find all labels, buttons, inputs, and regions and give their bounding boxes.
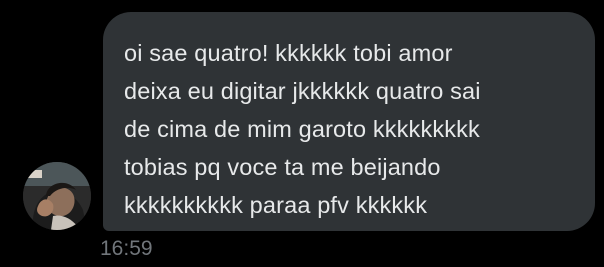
message-line: deixa eu digitar jkkkkkk quatro sai	[124, 78, 481, 104]
message-bubble[interactable]: oi sae quatro! kkkkkk tobi amor deixa eu …	[103, 12, 595, 231]
message-line: de cima de mim garoto kkkkkkkkk	[124, 116, 480, 142]
message-line: tobias pq voce ta me beijando	[124, 154, 441, 180]
chat-thread: oi sae quatro! kkkkkk tobi amor deixa eu …	[0, 0, 604, 267]
message-line: kkkkkkkkkk paraa pfv kkkkkk	[124, 192, 428, 218]
sender-avatar[interactable]	[23, 162, 91, 230]
message-line: oi sae quatro! kkkkkk tobi amor	[124, 40, 453, 66]
avatar-photo-icon	[23, 162, 91, 230]
message-timestamp: 16:59	[100, 237, 153, 260]
message-text: oi sae quatro! kkkkkk tobi amor deixa eu …	[124, 34, 595, 224]
